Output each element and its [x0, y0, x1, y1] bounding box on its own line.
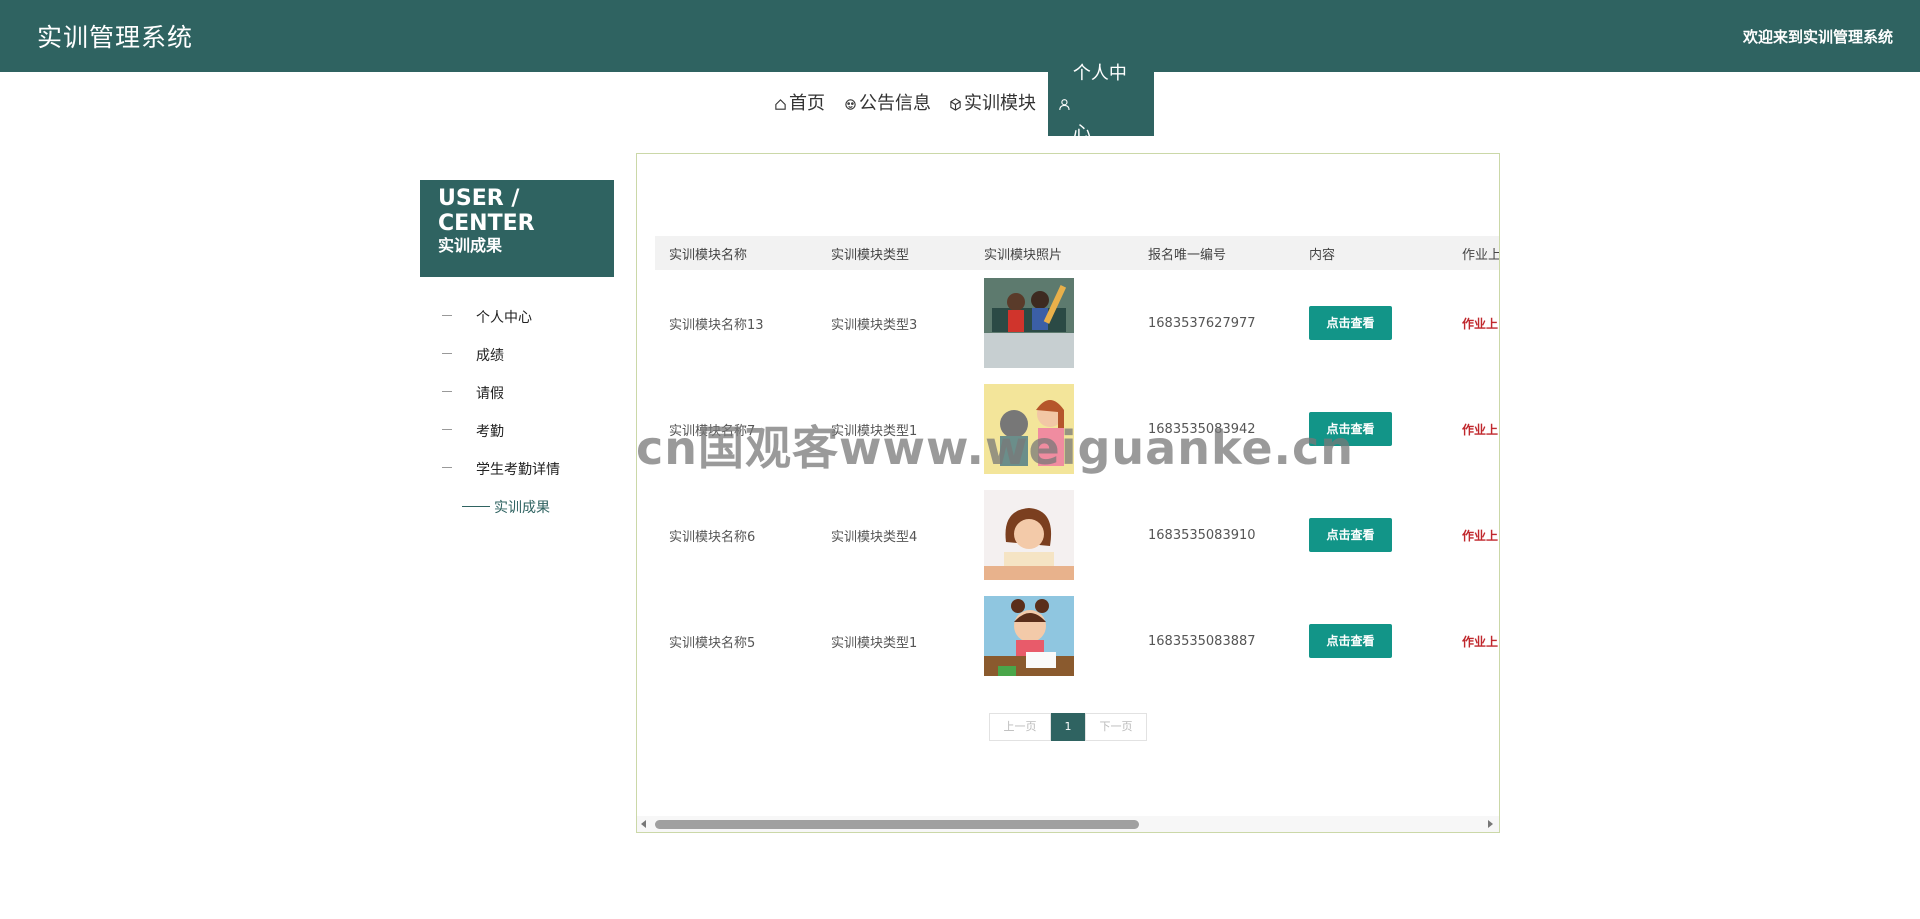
cell-name: 实训模块名称6 — [669, 529, 756, 545]
cell-homework: 作业上 — [1448, 376, 1499, 482]
cell-content: 点击查看 — [1295, 270, 1448, 376]
cell-name: 实训模块名称13 — [669, 317, 764, 333]
cell-photo — [970, 588, 1134, 676]
prev-page-button[interactable]: 上一页 — [989, 713, 1051, 741]
module-photo[interactable] — [984, 490, 1074, 580]
view-button[interactable]: 点击查看 — [1309, 624, 1392, 658]
horizontal-scrollbar[interactable] — [637, 816, 1499, 832]
cell-homework: 作业上 — [1448, 588, 1499, 676]
cell-homework: 作业上 — [1448, 482, 1499, 588]
cell-content: 点击查看 — [1295, 482, 1448, 588]
dash-icon — [442, 391, 452, 392]
cube-icon — [950, 97, 961, 111]
cell-homework: 作业上 — [1448, 270, 1499, 376]
sidebar-item-training-results[interactable]: 实训成果 — [420, 494, 614, 520]
cell-code: 1683535083887 — [1148, 633, 1256, 649]
nav-notice-label: 公告信息 — [859, 93, 931, 114]
app-header: 实训管理系统 欢迎来到实训管理系统 — [0, 0, 1920, 72]
column-header: 实训模块类型 — [831, 247, 910, 263]
module-photo[interactable] — [984, 596, 1074, 676]
cell-type: 实训模块类型3 — [831, 317, 918, 333]
notice-icon — [845, 98, 856, 110]
nav-training-label: 实训模块 — [964, 93, 1036, 114]
sidebar-item-label: 个人中心 — [476, 310, 532, 326]
sidebar-item-label: 学生考勤详情 — [476, 462, 560, 478]
nav-home-label: 首页 — [789, 93, 825, 114]
sidebar-item-label: 实训成果 — [494, 500, 550, 516]
current-page-button[interactable]: 1 — [1051, 713, 1085, 741]
home-icon — [775, 98, 786, 110]
sidebar-item-attendance-detail[interactable]: 学生考勤详情 — [420, 456, 614, 482]
column-header: 实训模块照片 — [984, 247, 1063, 263]
next-page-button[interactable]: 下一页 — [1085, 713, 1147, 741]
column-header: 报名唯一编号 — [1148, 247, 1227, 263]
table-row: 实训模块名称6 实训模块类型4 1683535083910 点击查看 作业上 — [655, 482, 1499, 588]
pagination: 上一页 1 下一页 — [989, 713, 1147, 741]
dash-icon — [442, 467, 452, 468]
cell-code: 1683537627977 — [1148, 315, 1256, 331]
sidebar-item-label: 成绩 — [476, 348, 504, 364]
cell-code: 1683535083910 — [1148, 527, 1256, 543]
app-title: 实训管理系统 — [37, 23, 194, 52]
user-icon — [1059, 98, 1070, 110]
cell-photo — [970, 482, 1134, 588]
sidebar-item-attendance[interactable]: 考勤 — [420, 418, 614, 444]
cell-type: 实训模块类型4 — [831, 529, 918, 545]
dash-icon — [442, 353, 452, 354]
dash-icon — [442, 429, 452, 430]
homework-link[interactable]: 作业上 — [1462, 635, 1498, 649]
homework-link[interactable]: 作业上 — [1462, 529, 1498, 543]
view-button[interactable]: 点击查看 — [1309, 306, 1392, 340]
sidebar-item-label: 考勤 — [476, 424, 504, 440]
table-header-row: 实训模块名称 实训模块类型 实训模块照片 报名唯一编号 内容 作业上 — [655, 236, 1500, 270]
welcome-text: 欢迎来到实训管理系统 — [1742, 28, 1893, 46]
sidebar-header: USER / CENTER 实训成果 — [420, 180, 614, 277]
nav-home[interactable]: 首页 — [764, 72, 835, 136]
main-panel: 实训模块名称 实训模块类型 实训模块照片 报名唯一编号 内容 作业上 实训模块名… — [636, 153, 1500, 833]
sidebar-title-en: USER / CENTER — [438, 186, 535, 236]
module-photo[interactable] — [984, 278, 1074, 368]
column-header: 作业上 — [1462, 247, 1500, 263]
cell-content: 点击查看 — [1295, 588, 1448, 676]
cell-photo — [970, 270, 1134, 376]
sidebar-item-label: 请假 — [476, 386, 504, 402]
table-row: 实训模块名称13 实训模块类型3 1683537627977 点击查看 作业上 — [655, 270, 1499, 376]
nav-user-center-label: 个人中心 — [1072, 63, 1127, 144]
sidebar-title-cn: 实训成果 — [438, 236, 503, 255]
scroll-right-icon[interactable] — [1488, 820, 1493, 828]
sidebar-item-leave[interactable]: 请假 — [420, 380, 614, 406]
sidebar-item-user-center[interactable]: 个人中心 — [420, 304, 614, 330]
nav-notice[interactable]: 公告信息 — [834, 72, 941, 136]
cell-name: 实训模块名称5 — [669, 635, 756, 651]
scroll-left-icon[interactable] — [641, 820, 646, 828]
column-header: 实训模块名称 — [669, 247, 748, 263]
nav-user-center[interactable]: 个人中心 — [1048, 63, 1154, 144]
cell-type: 实训模块类型1 — [831, 635, 918, 651]
column-header: 内容 — [1309, 247, 1336, 263]
sidebar-item-grades[interactable]: 成绩 — [420, 342, 614, 368]
nav-training[interactable]: 实训模块 — [939, 72, 1046, 136]
active-line-icon — [462, 506, 490, 507]
scrollbar-thumb[interactable] — [655, 820, 1139, 829]
homework-link[interactable]: 作业上 — [1462, 423, 1498, 437]
watermark: cn国观客www.weiguanke.cn — [636, 421, 1355, 475]
view-button[interactable]: 点击查看 — [1309, 518, 1392, 552]
top-nav: 首页 公告信息 实训模块 个人中心 — [0, 63, 1920, 144]
homework-link[interactable]: 作业上 — [1462, 317, 1498, 331]
table-row: 实训模块名称5 实训模块类型1 1683535083887 点击查看 作业上 — [655, 588, 1499, 676]
dash-icon — [442, 315, 452, 316]
